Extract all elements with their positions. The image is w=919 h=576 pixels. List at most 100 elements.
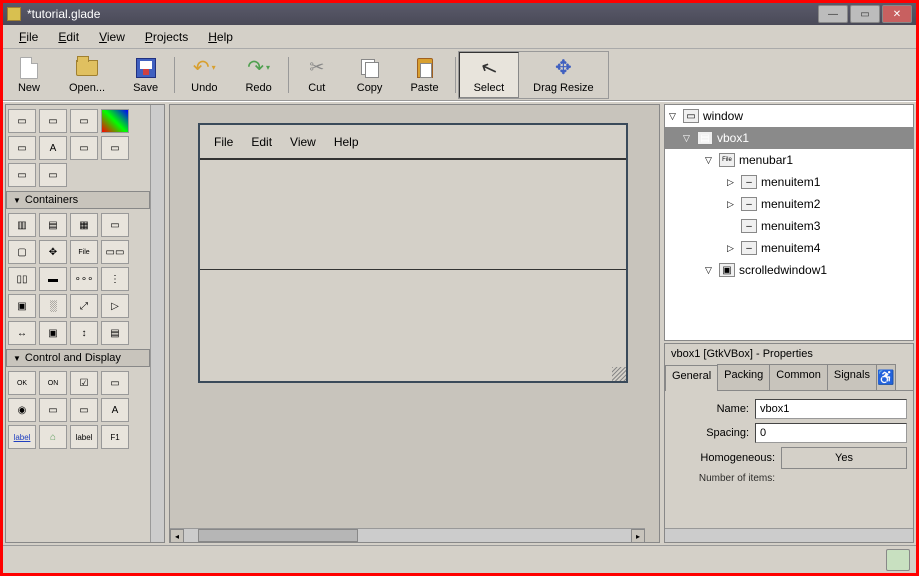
widget-filebutton[interactable]: ▭ — [39, 398, 67, 422]
scrollbar-thumb[interactable] — [198, 529, 358, 542]
widget-button[interactable]: OK — [8, 371, 36, 395]
widget-colorbutton[interactable]: ▭ — [70, 398, 98, 422]
widget-hbox[interactable]: ▥ — [8, 213, 36, 237]
design-menu-file[interactable]: File — [208, 133, 239, 151]
widget-inputdialog[interactable]: ▭ — [70, 136, 98, 160]
tab-signals[interactable]: Signals — [827, 364, 877, 390]
widget-recentdialog[interactable]: ▭ — [8, 163, 36, 187]
widget-radiobutton[interactable]: ◉ — [8, 398, 36, 422]
minimize-button[interactable]: — — [818, 5, 848, 23]
scroll-right-icon[interactable]: ▸ — [631, 529, 645, 543]
widget-alignment[interactable]: ↕ — [70, 321, 98, 345]
expander-icon[interactable]: ▷ — [727, 243, 737, 254]
widget-accellabel[interactable]: F1 — [101, 425, 129, 449]
menu-help[interactable]: Help — [200, 28, 241, 46]
properties-scrollbar[interactable] — [665, 528, 913, 542]
design-vbox-slot-2[interactable] — [200, 269, 626, 379]
design-menu-help[interactable]: Help — [328, 133, 365, 151]
prop-homogeneous-toggle[interactable]: Yes — [781, 447, 907, 469]
widget-togglebutton[interactable]: ON — [39, 371, 67, 395]
widget-vbox[interactable]: ▤ — [39, 213, 67, 237]
widget-handlebox[interactable]: ▤ — [101, 321, 129, 345]
widget-menubar[interactable]: File — [70, 240, 98, 264]
close-button[interactable]: ✕ — [882, 5, 912, 23]
widget-vpaned[interactable]: ▬ — [39, 267, 67, 291]
expander-icon[interactable]: ▽ — [683, 133, 693, 144]
new-button[interactable]: New — [3, 54, 55, 96]
open-button[interactable]: Open... — [55, 54, 119, 96]
resize-grip-icon[interactable] — [612, 367, 626, 381]
widget-checkbutton[interactable]: ☑ — [70, 371, 98, 395]
widget-filedialog[interactable]: ▭ — [8, 136, 36, 160]
design-menubar[interactable]: File Edit View Help — [200, 125, 626, 159]
widget-colordialog[interactable] — [101, 109, 129, 133]
widget-linkbutton[interactable]: label — [8, 425, 36, 449]
statusbar-button[interactable] — [886, 549, 910, 571]
widget-spinbutton[interactable]: ▭ — [101, 371, 129, 395]
widget-toolbar[interactable]: ▭▭ — [101, 240, 129, 264]
design-vbox-slot-1[interactable] — [200, 159, 626, 269]
widget-messagedialog[interactable]: ▭ — [101, 136, 129, 160]
widget-fontbutton[interactable]: A — [101, 398, 129, 422]
prop-spacing-input[interactable] — [755, 423, 907, 443]
widget-window[interactable]: ▭ — [8, 109, 36, 133]
menu-view[interactable]: View — [91, 28, 133, 46]
widget-table[interactable]: ▦ — [70, 213, 98, 237]
palette-scrollbar[interactable] — [150, 105, 164, 542]
widget-notebook[interactable]: ▭ — [101, 213, 129, 237]
widget-aboutdialog[interactable]: ▭ — [70, 109, 98, 133]
widget-scrolledwindow[interactable]: ▣ — [39, 321, 67, 345]
cut-button[interactable]: ✂ Cut — [291, 54, 343, 96]
tree-row-scrolledwindow1[interactable]: ▽ ▣ scrolledwindow1 — [665, 259, 913, 281]
widget-aspectframe[interactable]: ✥ — [39, 240, 67, 264]
expander-icon[interactable]: ▽ — [705, 265, 715, 276]
widget-hpaned[interactable]: ▯▯ — [8, 267, 36, 291]
expander-icon[interactable]: ▷ — [727, 177, 737, 188]
widget-assistant[interactable]: ▭ — [39, 163, 67, 187]
menu-file[interactable]: File — [11, 28, 46, 46]
widget-vbuttonbox[interactable]: ⋮ — [101, 267, 129, 291]
canvas-horizontal-scrollbar[interactable]: ◂ ▸ — [170, 528, 645, 542]
tab-accessibility[interactable]: ♿ — [876, 364, 896, 390]
widget-frame[interactable]: ▢ — [8, 240, 36, 264]
tree-row-menuitem2[interactable]: ▷ – menuitem2 — [665, 193, 913, 215]
scroll-left-icon[interactable]: ◂ — [170, 529, 184, 543]
menu-projects[interactable]: Projects — [137, 28, 196, 46]
widget-fontdialog[interactable]: A — [39, 136, 67, 160]
widget-eventbox[interactable]: ⤢ — [70, 294, 98, 318]
design-window[interactable]: File Edit View Help — [198, 123, 628, 383]
widget-image[interactable]: ⌂ — [39, 425, 67, 449]
undo-button[interactable]: ↶▾ Undo — [177, 54, 231, 96]
expander-icon[interactable]: ▽ — [669, 111, 679, 122]
tree-row-menuitem1[interactable]: ▷ – menuitem1 — [665, 171, 913, 193]
prop-name-input[interactable] — [755, 399, 907, 419]
widget-layout[interactable]: ▣ — [8, 294, 36, 318]
tab-packing[interactable]: Packing — [717, 364, 770, 390]
menu-edit[interactable]: Edit — [50, 28, 87, 46]
maximize-button[interactable]: ▭ — [850, 5, 880, 23]
widget-label[interactable]: label — [70, 425, 98, 449]
widget-expander[interactable]: ▷ — [101, 294, 129, 318]
tab-general[interactable]: General — [665, 365, 718, 391]
drag-resize-mode-button[interactable]: ✥ Drag Resize — [519, 52, 608, 98]
control-display-header[interactable]: Control and Display — [6, 349, 150, 367]
redo-button[interactable]: ↷▾ Redo — [231, 54, 285, 96]
tab-common[interactable]: Common — [769, 364, 828, 390]
copy-button[interactable]: Copy — [343, 54, 397, 96]
containers-header[interactable]: Containers — [6, 191, 150, 209]
select-mode-button[interactable]: ↖ Select — [459, 52, 520, 98]
expander-icon[interactable]: ▽ — [705, 155, 715, 166]
design-menu-view[interactable]: View — [284, 133, 322, 151]
widget-fixed[interactable]: ░ — [39, 294, 67, 318]
widget-dialog[interactable]: ▭ — [39, 109, 67, 133]
widget-viewport[interactable]: ↔ — [8, 321, 36, 345]
tree-row-menuitem4[interactable]: ▷ – menuitem4 — [665, 237, 913, 259]
paste-button[interactable]: Paste — [396, 54, 452, 96]
expander-icon[interactable]: ▷ — [727, 199, 737, 210]
tree-row-window[interactable]: ▽ ▭ window — [665, 105, 913, 127]
save-button[interactable]: Save — [119, 54, 172, 96]
design-menu-edit[interactable]: Edit — [245, 133, 278, 151]
tree-row-menubar1[interactable]: ▽ File menubar1 — [665, 149, 913, 171]
widget-hbuttonbox[interactable]: ∘∘∘ — [70, 267, 98, 291]
tree-row-vbox1[interactable]: ▽ ▤ vbox1 — [665, 127, 913, 149]
